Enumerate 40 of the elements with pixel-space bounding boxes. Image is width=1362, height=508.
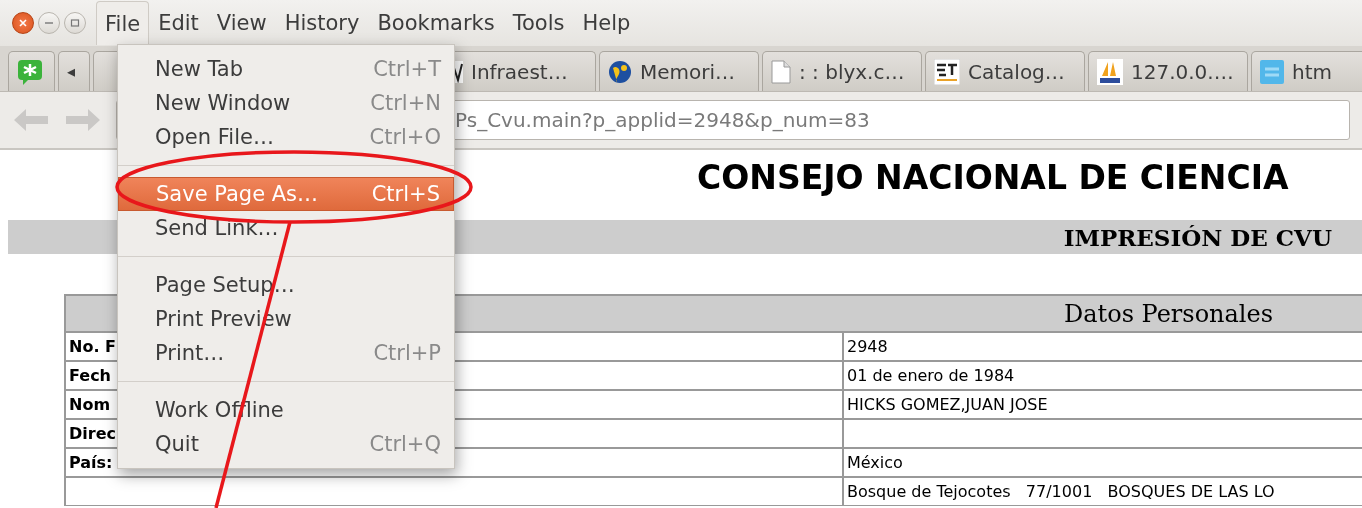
field-label: Fech [69, 366, 111, 385]
menu-title[interactable]: Tools [503, 1, 574, 45]
field-value: Bosque de Tejocotes 77/1001 BOSQUES DE LAS LO [847, 482, 1275, 501]
menu-item[interactable]: Print… Ctrl+P [118, 336, 454, 370]
page-icon [771, 59, 791, 84]
browser-tab[interactable]: Catalog… [925, 51, 1085, 91]
browser-tab[interactable]: Memori… [599, 51, 759, 91]
browser-tab[interactable]: 127.0.0.… [1088, 51, 1248, 91]
close-button[interactable] [12, 12, 34, 34]
globe-icon [608, 59, 632, 84]
field-value: 2948 [847, 337, 888, 356]
close-icon [18, 18, 28, 28]
field-value: 01 de enero de 1984 [847, 366, 1015, 385]
menu-title[interactable]: Help [573, 1, 640, 45]
menu-title[interactable]: History [275, 1, 369, 45]
pma-logo-icon [1097, 58, 1123, 85]
field-value: México [847, 453, 903, 472]
field-label: No. F [69, 337, 116, 356]
page-title: CONSEJO NACIONAL DE CIENCIA [697, 158, 1289, 197]
tab-scroll-button[interactable]: ◂ [58, 51, 90, 91]
maximize-icon [70, 18, 80, 28]
field-label: Direc [69, 424, 116, 443]
menu-title[interactable]: Bookmarks [368, 1, 504, 45]
menu-title[interactable]: File [96, 1, 150, 45]
section-title: Datos Personales [1064, 299, 1274, 328]
menu-title[interactable]: View [207, 1, 276, 45]
field-label: Nom [69, 395, 111, 414]
chat-icon [17, 58, 43, 85]
browser-tab[interactable]: htm [1251, 51, 1362, 91]
minimize-button[interactable] [38, 12, 60, 34]
maximize-button[interactable] [64, 12, 86, 34]
st-logo-icon [934, 58, 960, 85]
pinned-tab[interactable] [8, 51, 55, 91]
menu-title[interactable]: Edit [149, 1, 208, 45]
square-logo-icon [1260, 59, 1284, 84]
page-subtitle: IMPRESIÓN DE CVU [1063, 223, 1332, 251]
menu-item[interactable]: Quit Ctrl+Q [118, 427, 454, 461]
field-label: País: [69, 453, 113, 472]
browser-tab[interactable]: : : blyx.c… [762, 51, 922, 91]
field-value: HICKS GOMEZ,JUAN JOSE [847, 395, 1048, 414]
